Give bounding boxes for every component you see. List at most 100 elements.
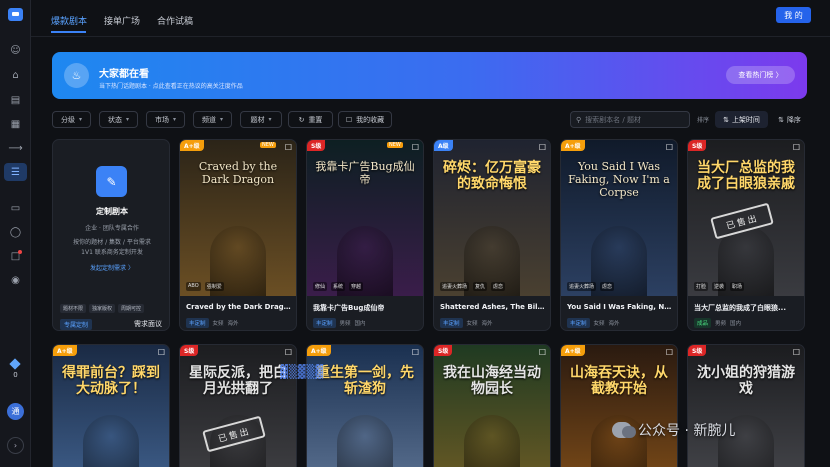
card-meta: 成品 男频 国内: [694, 318, 741, 328]
cover-image: 碎烬：亿万富豪的致命悔恨 追妻火葬场 复仇 虐恋: [434, 140, 550, 296]
status-badge: 丰定制: [186, 318, 209, 328]
bookmark-icon[interactable]: ☐: [412, 348, 419, 357]
card-title[interactable]: You Said I Was Faking, No...: [567, 303, 673, 311]
card-title[interactable]: Craved by the Dark Drago...: [186, 303, 292, 311]
filter-genre[interactable]: 题材 ▾: [240, 111, 282, 128]
cover-title: 当大厂总监的我成了白眼狼亲戚: [697, 160, 795, 192]
cover-tags: 打脸 逆袭 职场: [694, 282, 745, 291]
status-badge: 成品: [694, 318, 712, 328]
user-icon[interactable]: ☺: [6, 42, 25, 58]
reset-button[interactable]: ↻ 重置: [288, 111, 333, 128]
chevron-down-icon: ▾: [125, 116, 129, 123]
bookmark-icon[interactable]: ☐: [412, 143, 419, 152]
new-badge: NEW: [387, 142, 403, 148]
cover-tag: 穿越: [349, 282, 364, 291]
wechat-icon: [612, 422, 636, 438]
bookmark-icon[interactable]: ☐: [158, 348, 165, 357]
card-title[interactable]: 当大厂总监的我成了白眼狼...: [694, 303, 800, 313]
tab-order-square[interactable]: 接单广场: [104, 14, 140, 27]
top-nav: 爆款剧本 接单广场 合作试稿 我 的: [31, 0, 830, 37]
sort-by-listing-time[interactable]: ⇅ 上架时间: [715, 111, 768, 128]
script-card[interactable]: 重生第一剑，先斩渣狗 A+级 ☐: [306, 344, 424, 467]
bookmark-icon[interactable]: ☐: [285, 348, 292, 357]
active-tab-indicator: [51, 31, 86, 33]
script-card[interactable]: 我靠卡广告Bug成仙帝 修仙 系统 穿越 S级 NEW ☐ 我靠卡广告Bug成仙帝 丰定制 男频国…: [306, 139, 424, 331]
card-title[interactable]: 我靠卡广告Bug成仙帝: [313, 303, 419, 313]
folder-icon[interactable]: ▭: [6, 200, 25, 216]
cover-title: 我靠卡广告Bug成仙帝: [315, 160, 415, 186]
avatar[interactable]: 通: [7, 403, 24, 420]
banner-subtitle: 当下热门话题剧本 · 点此查看正在热议的高关注度作品: [99, 83, 243, 90]
diamond-icon: [9, 358, 21, 370]
view-hot-list-button[interactable]: 查看热门榜 〉: [726, 66, 795, 84]
grade-badge: A+级: [561, 345, 585, 356]
overlay-text: ▓▒▓▒▓: [280, 365, 325, 380]
bookmark-icon[interactable]: ☐: [666, 143, 673, 152]
filter-channel-label: 频道: [201, 115, 216, 124]
script-card[interactable]: 得罪前台？踩到大动脉了！ A+级 ☐: [52, 344, 170, 467]
script-library-icon[interactable]: ☰: [4, 163, 27, 181]
card-title[interactable]: Shattered Ashes, The Billi...: [440, 303, 546, 311]
meta-text: 女频: [466, 321, 478, 327]
hot-banner[interactable]: ♨ 大家都在看 当下热门话题剧本 · 点此查看正在热议的高关注度作品 查看热门榜…: [52, 52, 807, 99]
settings-icon[interactable]: ◉: [6, 272, 25, 288]
bookmark-icon[interactable]: ☐: [666, 348, 673, 357]
script-card[interactable]: Craved by the Dark Dragon ABO 强制爱 A+级 NEW ☐ Cr…: [179, 139, 297, 331]
filter-status[interactable]: 状态 ▾: [99, 111, 138, 128]
document-icon[interactable]: ▦: [6, 116, 25, 132]
tab-hot-scripts[interactable]: 爆款剧本: [51, 14, 87, 27]
start-custom-request-link[interactable]: 发起定制需求 〉: [53, 263, 171, 272]
search-icon: ⚲: [576, 115, 582, 124]
bookmark-icon[interactable]: ☐: [285, 143, 292, 152]
cover-image: 我靠卡广告Bug成仙帝 修仙 系统 穿越: [307, 140, 423, 296]
bookmark-icon[interactable]: ☐: [793, 348, 800, 357]
script-card[interactable]: 碎烬：亿万富豪的致命悔恨 追妻火葬场 复仇 虐恋 A级 ☐ Shattered Ashes,…: [433, 139, 551, 331]
share-icon[interactable]: ⟶: [6, 140, 25, 156]
home-icon[interactable]: ⌂: [6, 67, 25, 83]
status-badge: 丰定制: [313, 318, 336, 328]
tab-trial-drafts[interactable]: 合作试稿: [157, 14, 193, 27]
app-logo[interactable]: [8, 8, 23, 21]
filter-grade[interactable]: 分级 ▾: [52, 111, 91, 128]
cover-figure: [464, 415, 520, 467]
my-button[interactable]: 我 的: [776, 7, 811, 23]
status-badge: 丰定制: [440, 318, 463, 328]
cover-image: Craved by the Dark Dragon ABO 强制爱: [180, 140, 296, 296]
sort-descending[interactable]: ⇅ 降序: [773, 111, 806, 128]
script-card[interactable]: 山海吞天诀，从截教开始 A+级 ☐: [560, 344, 678, 467]
cover-image: 当大厂总监的我成了白眼狼亲戚 已售出 打脸 逆袭 职场: [688, 140, 804, 296]
custom-script-card[interactable]: ✎ 定制剧本 企业 · 团队专属合作 按你的题材 / 集数 / 平台需求 1V1…: [52, 139, 170, 331]
book-icon[interactable]: ▤: [6, 92, 25, 108]
cover-title: 星际反派，把白月光拱翻了: [189, 365, 287, 397]
bookmark-icon[interactable]: ☐: [793, 143, 800, 152]
search-input[interactable]: ⚲ 搜索剧本名 / 题材: [570, 111, 690, 128]
grade-badge: S级: [688, 345, 707, 356]
new-badge: NEW: [260, 142, 276, 148]
script-card[interactable]: 我在山海经当动物园长 S级 ☐: [433, 344, 551, 467]
custom-card-tags: 题材不限 独家版权 周期可控: [60, 304, 145, 313]
cover-title: 我在山海经当动物园长: [443, 365, 541, 397]
notification-icon[interactable]: □: [6, 248, 25, 264]
filter-channel[interactable]: 频道 ▾: [193, 111, 232, 128]
cover-image: 星际反派，把白月光拱翻了 已售出: [180, 345, 296, 467]
script-card[interactable]: 沈小姐的狩猎游戏 S级 ☐: [687, 344, 805, 467]
meta-text: 女频: [593, 321, 605, 327]
meta-text: 海外: [481, 321, 493, 327]
cover-tag: 打脸: [694, 282, 709, 291]
meta-text: 女频: [212, 321, 224, 327]
script-card[interactable]: 星际反派，把白月光拱翻了 已售出 S级 ☐: [179, 344, 297, 467]
bookmark-icon[interactable]: ☐: [539, 348, 546, 357]
grade-badge: S级: [307, 140, 326, 151]
filter-market[interactable]: 市场 ▾: [146, 111, 185, 128]
tag: 周期可控: [118, 304, 145, 313]
headset-icon[interactable]: ◯: [6, 224, 25, 240]
meta-text: 海外: [608, 321, 620, 327]
expand-sidebar-button[interactable]: ›: [7, 437, 24, 454]
script-card[interactable]: 当大厂总监的我成了白眼狼亲戚 已售出 打脸 逆袭 职场 S级 ☐ 当大厂总监的我成了白眼狼..…: [687, 139, 805, 331]
chevron-down-icon: ▾: [78, 116, 82, 123]
bookmark-icon[interactable]: ☐: [539, 143, 546, 152]
favorites-button[interactable]: ☐ 我的收藏: [338, 111, 392, 128]
cover-tag: 追妻火葬场: [567, 282, 597, 291]
flame-icon: ♨: [64, 63, 89, 88]
script-card[interactable]: You Said I Was Faking, Now I'm a Corpse 追…: [560, 139, 678, 331]
